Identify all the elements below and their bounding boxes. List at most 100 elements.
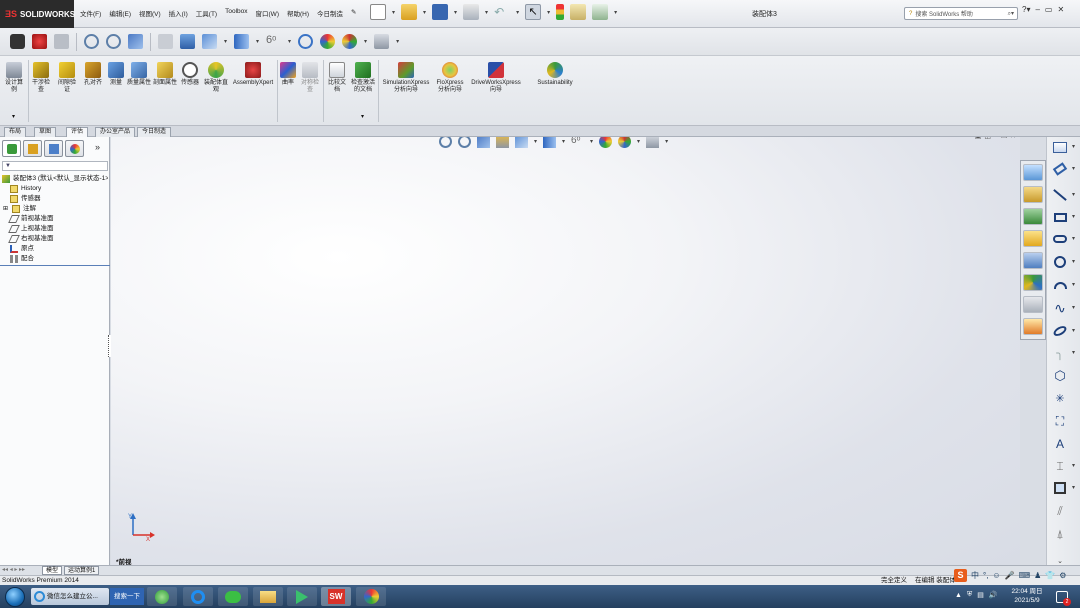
arc-dropdown-icon[interactable]: ▾ — [1072, 281, 1075, 288]
new-dropdown-icon[interactable]: ▾ — [392, 9, 395, 16]
menu-toolbox[interactable]: Toolbox — [225, 8, 247, 18]
print-dropdown-icon[interactable]: ▾ — [485, 9, 488, 16]
taskbar-file-explorer[interactable] — [253, 587, 283, 606]
sketch-dropdown-icon[interactable]: ▾ — [1072, 143, 1075, 150]
select-pointer-icon[interactable]: ↖ — [525, 4, 542, 20]
help-search-input[interactable]: ? 搜索 SolidWorks 帮助 ⌕▾ — [904, 7, 1018, 20]
pin-icon[interactable]: ✎ — [351, 8, 356, 18]
curvature-button[interactable]: 曲率 — [279, 62, 297, 87]
task-pane-notes-icon[interactable] — [1023, 318, 1043, 335]
simulationxpress-button[interactable]: SimulationXpress 分析向导 — [380, 62, 432, 94]
point-icon[interactable]: ✳ — [1051, 390, 1069, 406]
menu-edit[interactable]: 编辑(E) — [109, 8, 131, 18]
graphics-area[interactable]: ▾ ▾ 6ᵒ ▾ ▾ ▾ ▣ ◫ – ❐ ✕ Y X *前视 — [111, 137, 1020, 565]
fillet-dropdown-icon[interactable]: ▾ — [1072, 349, 1075, 356]
driveworksxpress-button[interactable]: DriveWorksXpress 向导 — [468, 62, 524, 94]
convert-dropdown-icon[interactable]: ▾ — [1072, 484, 1075, 491]
solidworks-logo[interactable]: ƎS SOLIDWORKS — [0, 0, 75, 28]
menu-help[interactable]: 帮助(H) — [287, 8, 309, 18]
menu-file[interactable]: 文件(F) — [80, 8, 101, 18]
text-icon[interactable]: A — [1051, 436, 1069, 452]
menu-manufacturing[interactable]: 今日制造 — [317, 8, 343, 18]
more-tabs-icon[interactable]: » — [95, 142, 100, 152]
fillet-icon[interactable]: ╮ — [1051, 345, 1069, 361]
tree-item-right-plane[interactable]: 右视基准面 — [2, 234, 108, 244]
ime-voice-icon[interactable]: 🎤 — [1005, 571, 1015, 580]
tab-scroll-arrows-icon[interactable]: ◂◂ ◂ ▸ ▸▸ — [2, 566, 25, 573]
tab-manufacturing[interactable]: 今日制造 — [137, 127, 172, 137]
apply-scene-dropdown-icon[interactable]: ▾ — [364, 38, 367, 45]
display-style-icon[interactable] — [234, 34, 250, 49]
viewport-split-icon[interactable]: ◫ — [984, 137, 991, 140]
design-study-button[interactable]: 设计算例 — [3, 62, 25, 94]
sogou-ime-icon[interactable]: S — [954, 569, 967, 582]
open-dropdown-icon[interactable]: ▾ — [423, 9, 426, 16]
zoom-to-area-icon[interactable] — [106, 34, 121, 49]
new-document-icon[interactable] — [370, 4, 386, 20]
apply-scene-icon[interactable] — [342, 34, 358, 49]
restore-icon[interactable]: ▭ — [1045, 5, 1053, 14]
display-manager-tab-icon[interactable] — [65, 140, 84, 157]
tab-model[interactable]: 模型 — [42, 566, 63, 575]
view-orientation-icon[interactable] — [202, 34, 217, 49]
tray-expand-icon[interactable]: ▲ — [955, 592, 962, 599]
apply-scene-dropdown-icon[interactable]: ▾ — [637, 138, 640, 145]
view-settings-dropdown-icon[interactable]: ▾ — [396, 38, 399, 45]
hole-align-button[interactable]: 孔对齐 — [82, 62, 104, 87]
rebuild-traffic-light-icon[interactable] — [556, 4, 565, 20]
convert-entities-icon[interactable] — [1051, 480, 1069, 496]
select-dropdown-icon[interactable]: ▾ — [547, 9, 550, 16]
zoom-to-fit-icon[interactable] — [439, 137, 452, 148]
slot-dropdown-icon[interactable]: ▾ — [1072, 235, 1075, 242]
previous-view-icon[interactable] — [128, 34, 143, 49]
taskbar-360-browser[interactable] — [147, 587, 177, 606]
symmetry-check-button[interactable]: 对称检查 — [299, 62, 321, 94]
view-settings-icon[interactable] — [646, 137, 660, 148]
command-manager-expand-icon[interactable]: ▾ — [12, 113, 15, 120]
tab-motion-study[interactable]: 运动算例1 — [64, 566, 100, 575]
menu-insert[interactable]: 插入(I) — [169, 8, 188, 18]
tab-sketch[interactable]: 草图 — [34, 127, 57, 137]
dynamic-annotation-icon[interactable] — [180, 34, 195, 49]
ime-emoji-icon[interactable]: ☺ — [992, 571, 1000, 580]
view-settings-icon[interactable] — [374, 34, 390, 49]
tray-security-icon[interactable]: ⛨ — [967, 591, 972, 599]
smart-dimension-icon[interactable] — [1051, 161, 1069, 177]
edit-appearance-icon[interactable] — [599, 137, 613, 148]
taskbar-wechat[interactable] — [218, 587, 248, 606]
minimize-icon[interactable]: – — [1035, 5, 1039, 14]
design-library-icon[interactable] — [1023, 186, 1043, 203]
display-style-dropdown-icon[interactable]: ▾ — [256, 38, 259, 45]
tree-item-top-plane[interactable]: 上视基准面 — [2, 224, 108, 234]
expand-icon[interactable]: ⊞ — [3, 204, 9, 214]
zoom-to-area-icon[interactable] — [458, 137, 471, 148]
ime-user-icon[interactable]: ♟ — [1034, 571, 1041, 580]
rectangle-icon[interactable] — [1051, 209, 1069, 225]
tab-evaluate[interactable]: 评估 — [66, 127, 89, 137]
taskbar-media-player[interactable] — [287, 587, 317, 606]
custom-properties-icon[interactable] — [1023, 274, 1043, 291]
print-icon[interactable] — [463, 4, 480, 20]
volume-icon[interactable]: 🔊 — [989, 591, 998, 599]
viewport-close-icon[interactable]: ✕ — [1010, 137, 1016, 140]
photoview-icon[interactable] — [32, 34, 47, 49]
options-icon[interactable] — [592, 4, 609, 20]
appearances-icon[interactable] — [1023, 252, 1043, 269]
spline-icon[interactable]: ∿ — [1051, 300, 1069, 316]
view-palette-icon[interactable] — [1023, 230, 1043, 247]
measure-button[interactable]: 测量 — [106, 62, 126, 87]
ellipse-icon[interactable] — [1051, 323, 1069, 339]
taskbar-paint[interactable] — [356, 587, 386, 606]
arc-icon[interactable] — [1051, 277, 1069, 293]
action-center-icon[interactable]: 2 — [1056, 591, 1071, 606]
spline-dropdown-icon[interactable]: ▾ — [1072, 304, 1075, 311]
start-button[interactable] — [5, 587, 25, 607]
file-properties-icon[interactable] — [570, 4, 587, 20]
line-dropdown-icon[interactable]: ▾ — [1072, 191, 1075, 198]
feature-manager-tab-icon[interactable] — [2, 140, 21, 157]
help-dropdown-icon[interactable]: ?▾ — [1022, 5, 1030, 14]
menu-window[interactable]: 窗口(W) — [256, 8, 279, 18]
hide-show-items-icon[interactable]: 6ᵒ — [571, 137, 584, 148]
section-view-icon[interactable] — [496, 137, 509, 148]
tree-item-sensors[interactable]: 传感器 — [2, 194, 108, 204]
